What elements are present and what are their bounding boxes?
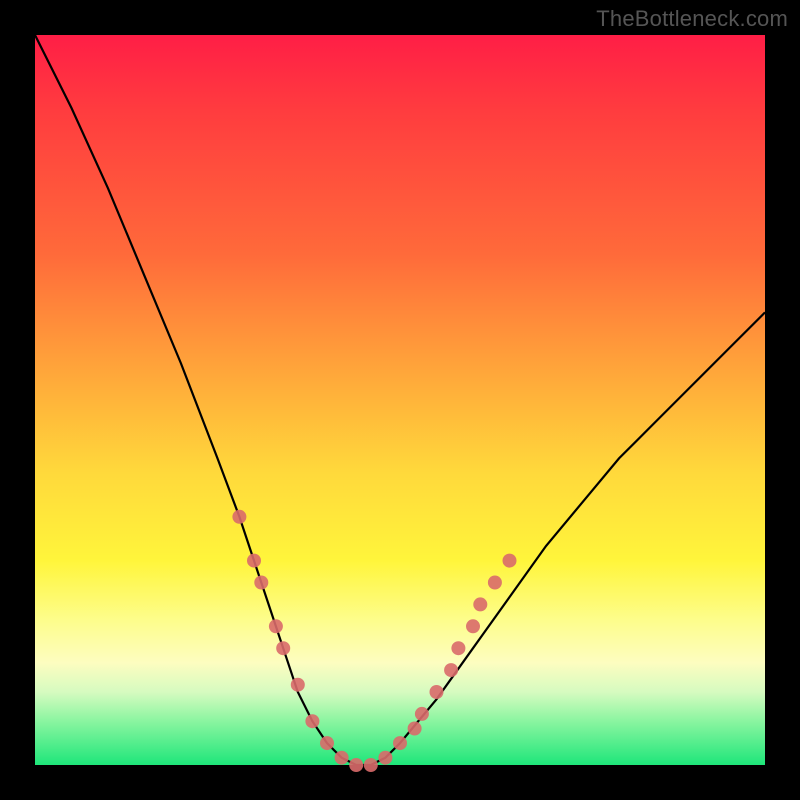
- curve-marker: [473, 597, 487, 611]
- curve-marker: [503, 554, 517, 568]
- curve-marker: [276, 641, 290, 655]
- curve-marker: [291, 678, 305, 692]
- curve-marker: [378, 751, 392, 765]
- curve-marker: [247, 554, 261, 568]
- curve-marker: [488, 576, 502, 590]
- curve-marker: [408, 722, 422, 736]
- curve-marker: [451, 641, 465, 655]
- curve-marker: [430, 685, 444, 699]
- curve-marker: [393, 736, 407, 750]
- curve-marker: [232, 510, 246, 524]
- curve-marker: [415, 707, 429, 721]
- curve-markers: [232, 510, 516, 772]
- bottleneck-curve: [35, 35, 765, 765]
- curve-marker: [320, 736, 334, 750]
- curve-marker: [335, 751, 349, 765]
- chart-frame: TheBottleneck.com: [0, 0, 800, 800]
- curve-marker: [349, 758, 363, 772]
- curve-svg: [35, 35, 765, 765]
- curve-marker: [254, 576, 268, 590]
- curve-marker: [305, 714, 319, 728]
- curve-marker: [269, 619, 283, 633]
- curve-marker: [364, 758, 378, 772]
- curve-marker: [444, 663, 458, 677]
- plot-area: [35, 35, 765, 765]
- watermark-text: TheBottleneck.com: [596, 6, 788, 32]
- curve-marker: [466, 619, 480, 633]
